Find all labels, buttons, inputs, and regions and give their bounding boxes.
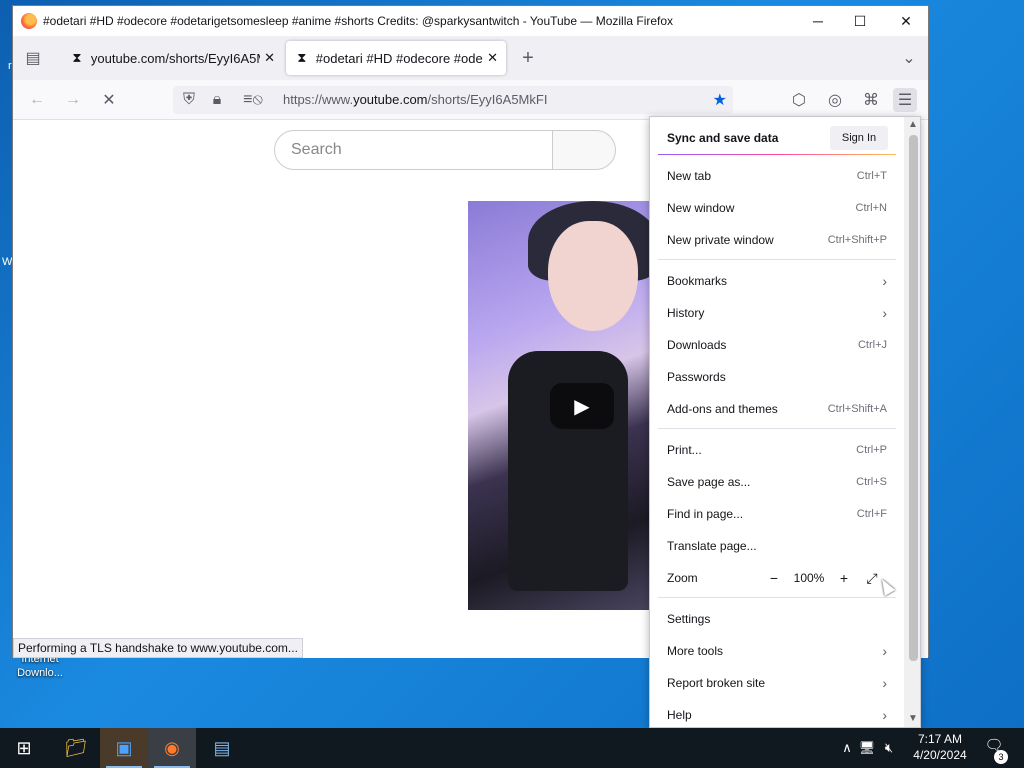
bookmark-star-icon[interactable]: ★ [713, 90, 727, 110]
menu-separator [658, 428, 896, 429]
network-icon[interactable]: 🖥︎ [856, 740, 878, 756]
volume-muted-icon[interactable]: 🔇︎ [878, 740, 900, 756]
menu-item-print[interactable]: Print... Ctrl+P [667, 439, 887, 461]
desktop-icon-label-line2: Downlo... [17, 667, 63, 679]
url-domain: youtube.com [353, 92, 428, 107]
chevron-right-icon: › [882, 273, 887, 289]
scroll-down-icon[interactable]: ▼ [908, 713, 918, 724]
menu-item-downloads[interactable]: Downloads Ctrl+J [667, 334, 887, 356]
clock-date: 4/20/2024 [913, 748, 967, 762]
firefox-taskbar-icon[interactable]: ◉ [148, 728, 196, 768]
extensions-icon[interactable]: ⌘ [859, 88, 883, 112]
scroll-up-icon[interactable]: ▲ [908, 119, 918, 130]
notification-count-badge: 3 [994, 750, 1008, 764]
close-button[interactable]: ✕ [883, 6, 929, 36]
chevron-right-icon: › [882, 305, 887, 321]
tab-label: #odetari #HD #odecore #odeta [315, 50, 484, 66]
permissions-icon[interactable]: ≡⦸ [233, 88, 273, 112]
desktop-text-fragment: W [2, 256, 13, 268]
menu-item-save-page-as[interactable]: Save page as... Ctrl+S [667, 471, 887, 493]
status-panel: Performing a TLS handshake to www.youtub… [13, 638, 303, 658]
url-prefix: https://www. [283, 92, 354, 107]
taskbar: ⊞ 📁︎ ▣ ◉ ▤ ∧ 🖥︎ 🔇︎ 7:17 AM 4/20/2024 🗨︎ 3 [0, 728, 1024, 768]
tab-odetari[interactable]: ⧗ #odetari #HD #odecore #odeta ✕ [286, 41, 506, 75]
youtube-search-button[interactable] [552, 130, 616, 170]
stop-loading-icon[interactable]: ✕ [97, 88, 121, 112]
tracking-protection-shield-icon[interactable]: ⛨ [177, 88, 201, 112]
menu-item-bookmarks[interactable]: Bookmarks › [667, 270, 887, 292]
hourglass-icon: ⧗ [72, 50, 82, 65]
tab-label: youtube.com/shorts/EyyI6A5M [90, 50, 261, 66]
video-frame-face [548, 221, 638, 331]
menu-item-new-private-window[interactable]: New private window Ctrl+Shift+P [667, 229, 887, 251]
forward-icon[interactable]: → [61, 88, 85, 112]
menu-item-report-broken-site[interactable]: Report broken site › [667, 672, 887, 694]
firefox-view-icon[interactable]: ▤ [21, 46, 45, 70]
navigation-bar: ← → ✕ ⛨ 🔒︎ ≡⦸ https://www.youtube.com/sh… [13, 80, 928, 120]
lock-icon[interactable]: 🔒︎ [205, 88, 229, 112]
title-bar[interactable]: #odetari #HD #odecore #odetarigetsomesle… [13, 6, 928, 36]
menu-item-find-in-page[interactable]: Find in page... Ctrl+F [667, 503, 887, 525]
zoom-controls: − 100% + ⤢ [762, 568, 884, 588]
pocket-icon[interactable]: ⬡ [787, 88, 811, 112]
back-icon[interactable]: ← [25, 88, 49, 112]
clock[interactable]: 7:17 AM 4/20/2024 [912, 731, 968, 763]
sync-divider [658, 154, 896, 155]
youtube-search-input[interactable]: Search [274, 130, 554, 170]
start-button-icon[interactable]: ⊞ [0, 728, 48, 768]
menu-separator [658, 259, 896, 260]
zoom-reset-button[interactable]: 100% [786, 571, 832, 585]
sync-header: Sync and save data [667, 131, 779, 145]
sign-in-button[interactable]: Sign In [830, 126, 888, 150]
chevron-right-icon: › [882, 675, 887, 691]
menu-item-translate-page[interactable]: Translate page... [667, 535, 887, 557]
system-tray: ∧ 🖥︎ 🔇︎ [838, 728, 900, 768]
url-path: /shorts/EyyI6A5MkFI [427, 92, 548, 107]
shorts-video-player[interactable]: ▶ [468, 201, 658, 610]
new-tab-icon[interactable]: + [516, 46, 540, 70]
taskbar-app-icon[interactable]: ▣ [100, 728, 148, 768]
scrollbar-thumb[interactable] [909, 135, 918, 661]
menu-item-new-tab[interactable]: New tab Ctrl+T [667, 165, 887, 187]
hourglass-icon: ⧗ [297, 50, 307, 65]
menu-scrollbar[interactable]: ▲ ▼ [904, 117, 920, 727]
menu-item-more-tools[interactable]: More tools › [667, 640, 887, 662]
file-explorer-icon[interactable]: 📁︎ [52, 728, 100, 768]
show-hidden-icons-icon[interactable]: ∧ [838, 740, 856, 756]
zoom-in-button[interactable]: + [832, 568, 856, 588]
account-icon[interactable]: ◎ [823, 88, 847, 112]
window-title: #odetari #HD #odecore #odetarigetsomesle… [43, 14, 674, 28]
menu-item-passwords[interactable]: Passwords [667, 366, 887, 388]
list-all-tabs-icon[interactable]: ⌄ [897, 46, 921, 70]
menu-separator [658, 597, 896, 598]
chevron-right-icon: › [882, 707, 887, 723]
clock-time: 7:17 AM [917, 732, 963, 746]
menu-item-new-window[interactable]: New window Ctrl+N [667, 197, 887, 219]
menu-item-settings[interactable]: Settings [667, 608, 887, 630]
menu-item-help[interactable]: Help › [667, 704, 887, 726]
zoom-out-button[interactable]: − [762, 568, 786, 588]
action-center-icon[interactable]: 🗨︎ 3 [980, 736, 1008, 764]
tab-youtube-shorts[interactable]: ⧗ youtube.com/shorts/EyyI6A5M ✕ [61, 41, 283, 75]
maximize-button[interactable]: ☐ [837, 6, 883, 36]
app-menu-panel: Sync and save data Sign In New tab Ctrl+T… [649, 116, 921, 728]
play-icon[interactable]: ▶ [550, 383, 614, 429]
application-menu-icon[interactable]: ☰ [893, 88, 917, 112]
tab-close-icon[interactable]: ✕ [487, 50, 498, 66]
chevron-right-icon: › [882, 643, 887, 659]
tab-close-icon[interactable]: ✕ [264, 50, 275, 66]
menu-item-addons-themes[interactable]: Add-ons and themes Ctrl+Shift+A [667, 398, 887, 420]
firefox-icon [21, 13, 37, 29]
tab-bar: ▤ ⧗ youtube.com/shorts/EyyI6A5M ✕ ⧗ #ode… [13, 36, 928, 80]
url-text[interactable]: https://www.youtube.com/shorts/EyyI6A5Mk… [283, 92, 547, 107]
minimize-button[interactable]: ─ [795, 6, 841, 36]
menu-item-history[interactable]: History › [667, 302, 887, 324]
url-bar[interactable]: ⛨ 🔒︎ ≡⦸ https://www.youtube.com/shorts/E… [173, 86, 733, 114]
network-app-icon[interactable]: ▤ [198, 728, 246, 768]
